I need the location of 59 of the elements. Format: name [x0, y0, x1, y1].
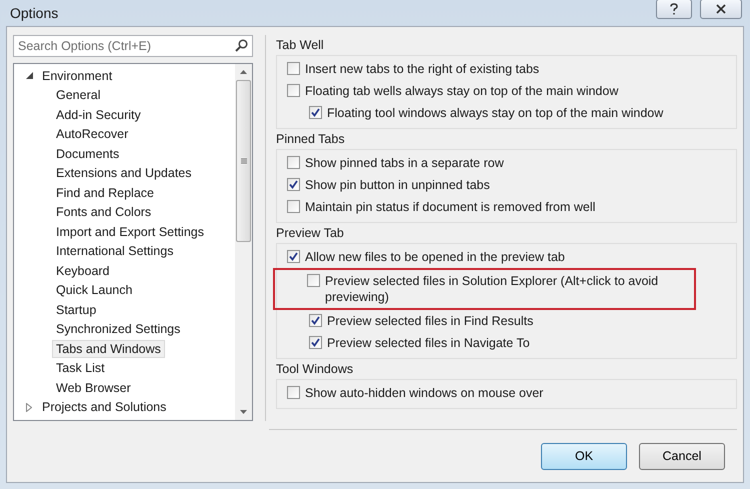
scrollbar[interactable] — [235, 64, 252, 420]
tree-item[interactable]: Synchronized Settings — [52, 320, 184, 338]
checkbox[interactable] — [307, 274, 320, 287]
scroll-down-arrow-icon[interactable] — [240, 410, 247, 414]
checkbox[interactable] — [287, 62, 300, 75]
option-label: Preview selected files in Find Results — [327, 313, 534, 329]
option-label: Preview selected files in Navigate To — [327, 335, 530, 351]
tree-item[interactable]: Fonts and Colors — [52, 203, 156, 222]
tree-item[interactable]: Keyboard — [52, 262, 114, 280]
close-icon — [716, 4, 726, 14]
option-label: Maintain pin status if document is removed from well — [305, 199, 596, 215]
search-field[interactable]: Search Options (Ctrl+E) — [13, 35, 253, 57]
option-label: Show auto-hidden windows on mouse over — [305, 385, 544, 401]
ok-button[interactable]: OK — [541, 442, 627, 470]
tree-item[interactable]: General — [52, 86, 104, 104]
checkbox[interactable] — [287, 156, 300, 169]
option-label: Floating tool windows always stay on top of the main window — [327, 105, 664, 121]
group-heading: Tool Windows — [276, 361, 354, 378]
tree-item[interactable]: Documents — [52, 144, 124, 163]
tree-item[interactable]: AutoRecover — [52, 125, 132, 144]
option-label: Preview selected files in Solution Explorer (Alt+click to avoid previewing) — [325, 273, 660, 305]
scroll-up-arrow-icon[interactable] — [240, 70, 247, 74]
checkbox[interactable] — [287, 84, 300, 97]
option-label: Insert new tabs to the right of existing tabs — [305, 61, 540, 77]
close-button[interactable] — [700, 0, 742, 19]
group-heading: Pinned Tabs — [276, 131, 345, 148]
collapsed-triangle-icon[interactable] — [26, 402, 32, 412]
checkbox[interactable] — [287, 200, 300, 213]
tree-item[interactable]: Find and Replace — [52, 184, 158, 202]
expanded-triangle-icon[interactable] — [26, 72, 32, 80]
tree-item[interactable]: Web Browser — [52, 378, 135, 397]
group-heading: Tab Well — [276, 37, 324, 54]
tree-item[interactable]: Tabs and Windows — [52, 340, 165, 358]
help-button[interactable] — [656, 0, 692, 19]
checkbox[interactable] — [309, 314, 322, 327]
question-mark-icon — [670, 3, 678, 15]
tree-item[interactable]: International Settings — [52, 242, 178, 260]
tree-item[interactable]: Startup — [52, 300, 100, 319]
tree-item[interactable]: Import and Export Settings — [52, 222, 208, 241]
grip-icon — [240, 158, 246, 164]
option-label: Show pinned tabs in a separate row — [305, 155, 504, 171]
option-label: Show pin button in unpinned tabs — [305, 177, 490, 193]
tree-item[interactable]: Task List — [52, 359, 109, 378]
option-label: Floating tab wells always stay on top of the main window — [305, 83, 618, 99]
tree-item[interactable]: Projects and Solutions — [38, 398, 170, 416]
window-title: Options — [10, 5, 60, 21]
tree-item[interactable]: Quick Launch — [52, 281, 136, 300]
tree-item[interactable]: Add-in Security — [52, 106, 145, 124]
cancel-button[interactable]: Cancel — [639, 442, 725, 470]
option-label: Allow new files to be opened in the preview tab — [305, 249, 565, 265]
checkbox[interactable] — [287, 386, 300, 399]
group-heading: Preview Tab — [276, 225, 344, 242]
checkbox[interactable] — [309, 106, 322, 119]
tree-item[interactable]: Extensions and Updates — [52, 164, 196, 182]
tree-item[interactable]: Environment — [38, 66, 116, 85]
checkbox[interactable] — [309, 336, 322, 349]
search-icon — [235, 39, 248, 52]
checkbox[interactable] — [287, 178, 300, 191]
checkbox[interactable] — [287, 250, 300, 263]
